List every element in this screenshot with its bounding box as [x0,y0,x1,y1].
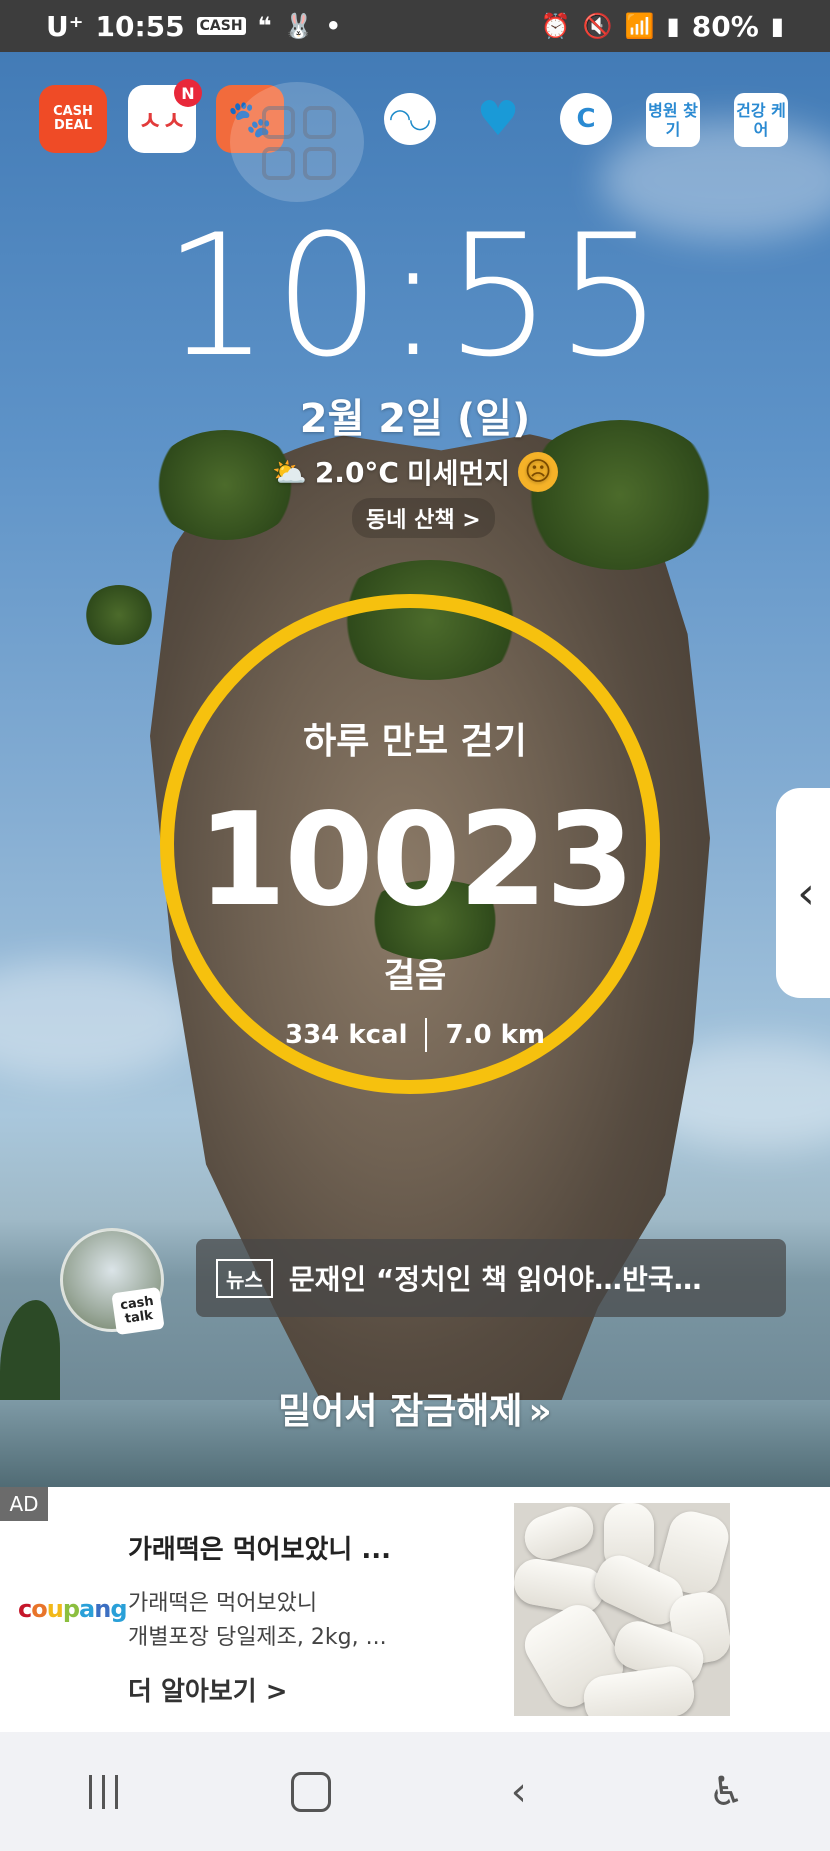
chevron-left-icon[interactable]: ‹ [776,788,830,998]
foliage [84,585,154,645]
ad-description-line2: 개별포장 당일제조, 2kg, ... [128,1625,387,1650]
rice-cake-product-image[interactable] [514,1503,730,1716]
recents-button[interactable] [54,1752,154,1832]
c-coin-app-icon[interactable]: C [560,93,612,145]
battery-percent: 80% [691,9,759,43]
weather-temperature: 2.0°C [314,455,399,489]
battery-icon: ▮ [770,12,784,40]
navigation-bar: ‹ ♿ [0,1732,830,1851]
accessibility-button[interactable]: ♿ [676,1752,776,1832]
rabbit-notification-icon: 🐰 [283,12,314,40]
ad-description-line1: 가래떡은 먹어보았니 [128,1591,318,1616]
mask-app-icon[interactable]: ◠◡ [384,93,436,145]
coupang-logo: coupang [18,1595,128,1623]
step-goal-title: 하루 만보 걷기 [303,721,527,762]
step-count: 10023 [197,786,634,935]
ad-title: 가래떡은 먹어보았니 ... [128,1535,392,1565]
ad-tag: AD [0,1487,48,1521]
more-notifications-dot-icon: • [325,12,341,40]
partly-cloudy-icon: ⛅ [271,455,307,489]
talk-notification-icon: ❝ [257,12,272,40]
step-unit: 걸음 [383,956,447,996]
wifi-icon: 📶 [624,12,655,40]
heart-info-app-icon[interactable]: ♥ [472,91,524,147]
stat-divider [425,1018,428,1052]
lockscreen-clock: 10:55 [162,198,668,394]
weather-row[interactable]: ⛅ 2.0°C 미세먼지 ☹ [0,452,830,492]
ad-banner[interactable]: AD coupang 가래떡은 먹어보았니 ... 가래떡은 먹어보았니 개별포… [0,1487,830,1732]
cash-notification-icon: CASH [196,17,246,35]
recents-icon [89,1774,119,1809]
app-grid-icon[interactable] [262,106,336,180]
news-headline: 문재인 “정치인 책 읽어야…반국… [288,1263,702,1296]
distance-value: 7.0 km [445,1020,545,1050]
lockscreen-date: 2월 2일 (일) [299,396,531,442]
mute-icon: 🔇 [582,12,613,40]
back-icon: ‹ [510,1768,527,1815]
carrier-label: U⁺ [46,9,84,43]
double-chevron-right-icon: » [528,1391,552,1432]
calories-value: 334 kcal [285,1020,408,1050]
health-care-app-icon[interactable]: 건강 케어 [734,93,788,147]
accessibility-icon: ♿ [708,1768,745,1815]
home-icon [291,1771,332,1812]
step-stats: 334 kcal 7.0 km [0,1018,830,1052]
back-button[interactable]: ‹ [469,1752,569,1832]
signal-icon: ▮ [666,12,680,40]
news-tag: 뉴스 [216,1258,273,1298]
fine-dust-label: 미세먼지 [406,457,511,490]
alarm-icon: ⏰ [540,12,571,40]
hospital-finder-app-icon[interactable]: 병원 찾기 [646,93,700,147]
navi-app-icon[interactable]: ㅅㅅ N [128,79,202,153]
swipe-to-unlock[interactable]: 밀어서 잠금해제» [0,1382,830,1434]
cashtalk-label: cash talk [111,1286,165,1336]
news-banner[interactable]: 뉴스 문재인 “정치인 책 읽어야…반국… [196,1239,786,1317]
status-bar: U⁺ 10:55 CASH ❝ 🐰 • ⏰ 🔇 📶 ▮ 80% ▮ [0,0,830,52]
home-button[interactable] [261,1752,361,1832]
neighborhood-walk-link[interactable]: 동네 산책 > [352,498,495,538]
cash-deal-app-icon[interactable]: CASH DEAL [39,85,107,153]
unlock-label: 밀어서 잠금해제 [278,1391,523,1432]
notification-badge: N [174,79,202,107]
status-time: 10:55 [95,9,185,43]
ad-learn-more-link[interactable]: 더 알아보기 > [128,1671,288,1708]
sad-face-icon: ☹ [518,452,559,492]
